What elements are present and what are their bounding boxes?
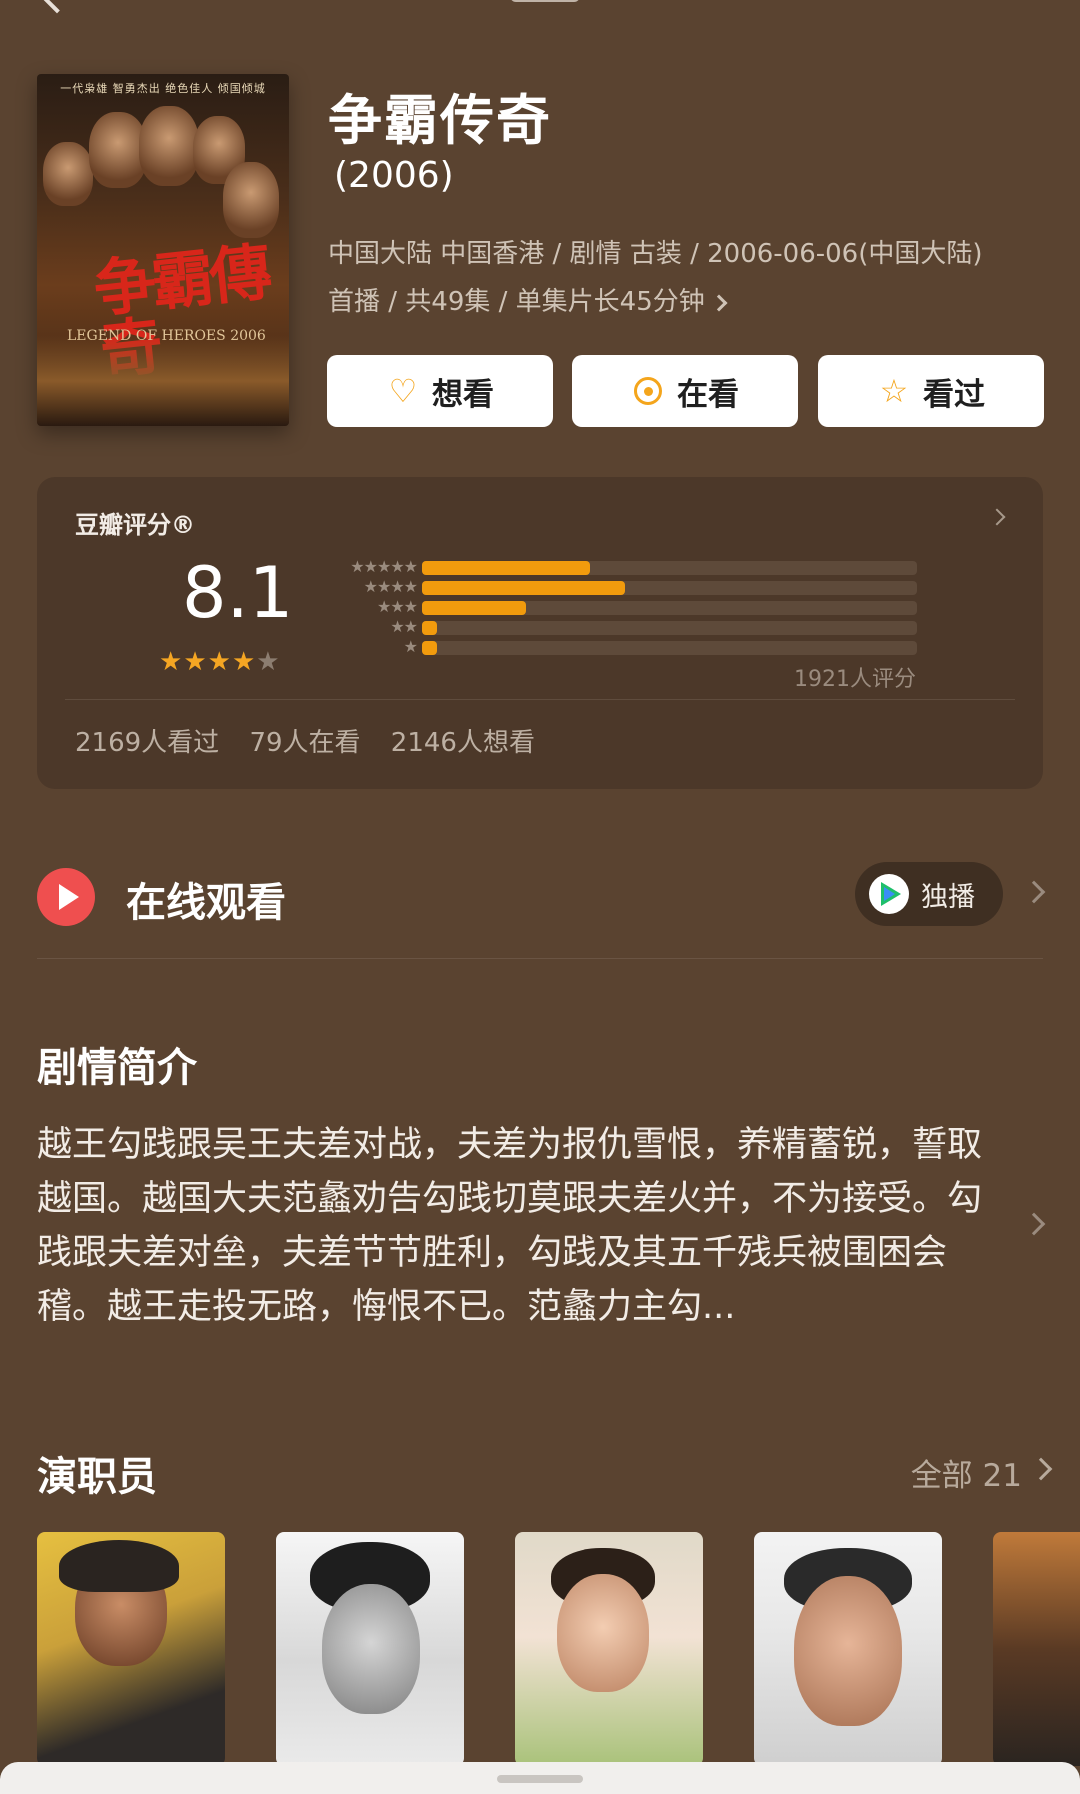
rating-bar-track — [422, 601, 917, 615]
rating-bar-5-star: ★★★★★ — [37, 557, 1043, 577]
cast-photo[interactable] — [37, 1532, 225, 1766]
target-icon — [631, 374, 665, 408]
poster-faces — [43, 102, 283, 252]
watched-label: 看过 — [923, 376, 985, 413]
top-title — [510, 0, 580, 2]
platform-pill[interactable]: 独播 — [855, 862, 1003, 926]
cast-all-link[interactable]: 全部 21 — [911, 1450, 1022, 1495]
bottom-sheet-edge — [0, 1762, 1080, 1794]
watched-button[interactable]: ☆ 看过 — [818, 355, 1044, 427]
chevron-right-icon[interactable] — [1022, 1212, 1046, 1236]
rating-count: 1921人评分 — [794, 667, 916, 692]
rating-bar-1-star: ★ — [37, 637, 1043, 657]
divider — [65, 699, 1015, 700]
rating-bar-fill — [422, 581, 625, 595]
meta-line-2: 首播 / 共49集 / 单集片长45分钟 — [328, 278, 1048, 326]
rating-bar-track — [422, 581, 917, 595]
rating-bar-stars-icon: ★★★★★ — [350, 557, 418, 576]
divider — [37, 958, 1043, 959]
want-button[interactable]: ♡ 想看 — [327, 355, 553, 427]
tencent-video-icon — [869, 874, 909, 914]
chevron-right-icon[interactable] — [1029, 1457, 1053, 1481]
poster-fire — [37, 336, 289, 426]
watching-label: 在看 — [677, 376, 739, 413]
rating-bar-track — [422, 561, 917, 575]
rating-bar-stars-icon: ★★★ — [376, 597, 418, 616]
chevron-right-icon — [710, 294, 728, 311]
heart-plus-icon: ♡ — [388, 372, 418, 410]
movie-year: (2006) — [334, 155, 454, 196]
meta-line-1: 中国大陆 中国香港 / 剧情 古装 / 2006-06-06(中国大陆) — [328, 239, 983, 269]
rating-card[interactable]: 豆瓣评分® 8.1 ★★★★★ ★★★★★ ★★★★ ★★★ ★★ ★ 1921人评分 … — [37, 477, 1043, 789]
cast-photo[interactable] — [515, 1532, 703, 1766]
movie-meta[interactable]: 中国大陆 中国香港 / 剧情 古装 / 2006-06-06(中国大陆) 首播 … — [328, 230, 1048, 326]
rating-bar-track — [422, 641, 917, 655]
rating-bar-fill — [422, 641, 437, 655]
rating-bar-fill — [422, 601, 526, 615]
home-indicator[interactable] — [497, 1775, 583, 1783]
rating-bar-stars-icon: ★ — [403, 637, 418, 656]
cast-photo[interactable] — [754, 1532, 942, 1766]
rating-bar-2-star: ★★ — [37, 617, 1043, 637]
poster-image[interactable]: 一代枭雄 智勇杰出 绝色佳人 倾国倾城 争霸傳奇 LEGEND OF HEROE… — [37, 74, 289, 426]
rating-bar-track — [422, 621, 917, 635]
chevron-right-icon — [988, 508, 1006, 526]
chevron-right-icon[interactable] — [1022, 880, 1046, 904]
rating-bar-fill — [422, 621, 437, 635]
top-bar — [0, 0, 1080, 30]
cast-photo[interactable] — [276, 1532, 464, 1766]
star-icon: ☆ — [879, 372, 909, 410]
rating-bar-stars-icon: ★★ — [390, 617, 418, 636]
online-watch-title: 在线观看 — [126, 880, 286, 926]
meta-line-2-text: 首播 / 共49集 / 单集片长45分钟 — [328, 287, 705, 317]
movie-title: 争霸传奇 — [328, 89, 552, 152]
synopsis-text[interactable]: 越王勾践跟吴王夫差对战，夫差为报仇雪恨，养精蓄锐，誓取越国。越国大夫范蠡劝告勾践… — [37, 1118, 997, 1334]
watched-count: 2169人看过 — [75, 728, 220, 758]
poster-tagline: 一代枭雄 智勇杰出 绝色佳人 倾国倾城 — [60, 82, 266, 95]
rating-bar-fill — [422, 561, 591, 575]
watching-count: 79人在看 — [249, 728, 361, 758]
rating-stats: 2169人看过 79人在看 2146人想看 — [75, 722, 557, 759]
rating-label: 豆瓣评分® — [75, 511, 195, 539]
back-icon[interactable] — [38, 0, 76, 14]
cast-title: 演职员 — [37, 1454, 157, 1500]
exclusive-badge: 独播 — [921, 881, 975, 913]
cast-photo[interactable] — [993, 1532, 1080, 1766]
play-icon — [37, 868, 95, 926]
rating-bar-4-star: ★★★★ — [37, 577, 1043, 597]
rating-bar-stars-icon: ★★★★ — [363, 577, 418, 596]
want-count: 2146人想看 — [390, 728, 535, 758]
want-label: 想看 — [432, 376, 494, 413]
watching-button[interactable]: 在看 — [572, 355, 798, 427]
synopsis-title: 剧情简介 — [37, 1045, 197, 1091]
rating-bar-3-star: ★★★ — [37, 597, 1043, 617]
